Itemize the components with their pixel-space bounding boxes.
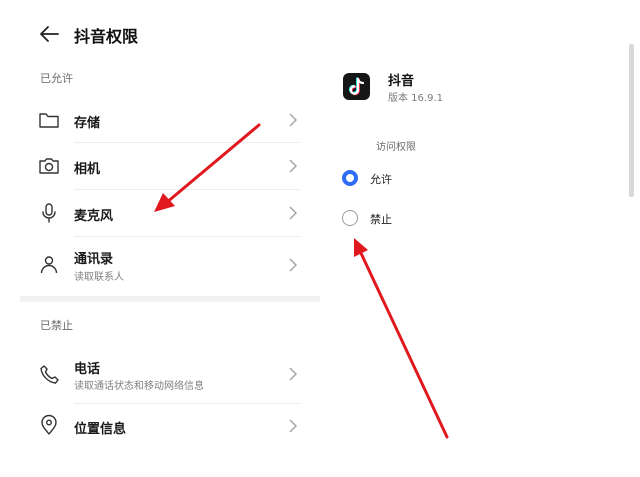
annotation-arrow-to-deny bbox=[354, 238, 449, 439]
annotation-overlay bbox=[154, 123, 449, 439]
annotation-arrow-to-microphone bbox=[154, 123, 261, 212]
